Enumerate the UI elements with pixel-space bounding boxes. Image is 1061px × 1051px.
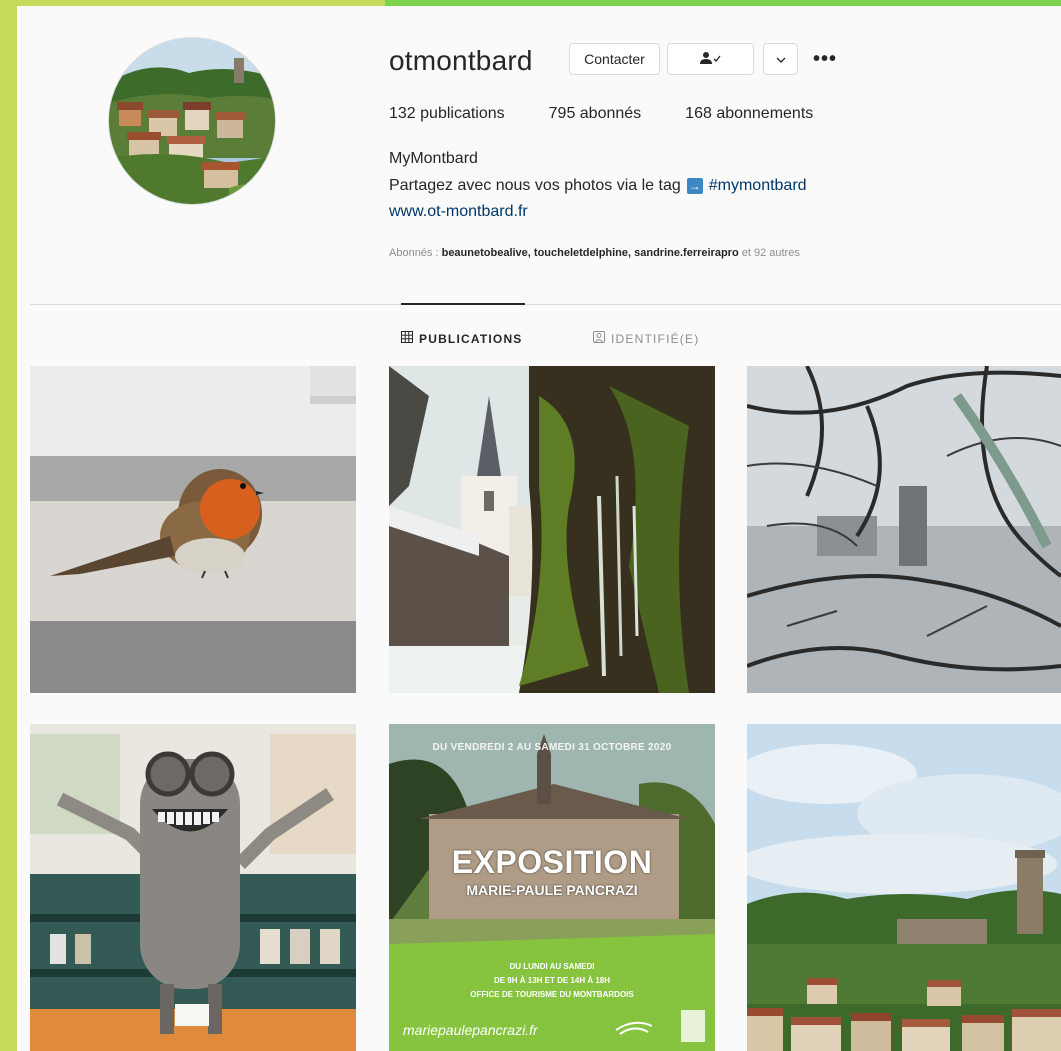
grid-icon xyxy=(401,331,413,346)
post-thumbnail-snowy-trees[interactable] xyxy=(747,366,1061,693)
poster-badge-icon xyxy=(681,1010,705,1042)
following-count[interactable]: 168 abonnements xyxy=(685,105,813,123)
followers-count[interactable]: 795 abonnés xyxy=(549,105,642,123)
poster-subtitle: MARIE-PAULE PANCRAZI xyxy=(466,882,638,898)
frame-top-border xyxy=(0,0,385,6)
poster-top-text: DU VENDREDI 2 AU SAMEDI 31 OCTOBRE 2020 xyxy=(432,742,672,753)
profile-bio: Partagez avec nous vos photos via le tag… xyxy=(389,177,807,195)
tab-publications[interactable]: PUBLICATIONS xyxy=(401,331,523,346)
poster-logo-icon xyxy=(614,1016,654,1038)
posts-count: 132 publications xyxy=(389,105,505,122)
post-thumbnail-church[interactable] xyxy=(389,366,715,693)
profile-website-link[interactable]: www.ot-montbard.fr xyxy=(389,203,528,221)
followed-by-names: beaunetobealive, toucheletdelphine, sand… xyxy=(441,247,739,259)
arrow-right-icon: → xyxy=(686,178,703,194)
poster-title: EXPOSITION xyxy=(451,844,653,880)
contact-button[interactable]: Contacter xyxy=(569,43,660,75)
bio-text: Partagez avec nous vos photos via le tag xyxy=(389,177,681,194)
person-check-icon xyxy=(699,51,722,68)
profile-full-name: MyMontbard xyxy=(389,150,478,167)
post-thumbnail-montbard-panorama[interactable] xyxy=(747,724,1061,1051)
post-thumbnail-exposition-poster[interactable]: DU VENDREDI 2 AU SAMEDI 31 OCTOBRE 2020 … xyxy=(389,724,715,1051)
frame-left-border xyxy=(0,0,17,1051)
profile-username: otmontbard xyxy=(389,45,533,76)
post-thumbnail-metal-minion[interactable] xyxy=(30,724,356,1051)
suggestions-dropdown-button[interactable] xyxy=(763,43,798,75)
tab-tagged-label: IDENTIFIÉ(E) xyxy=(611,331,700,346)
tagged-icon xyxy=(593,331,605,346)
poster-website: mariepaulepancrazi.fr xyxy=(403,1022,538,1038)
poster-line-2: DE 9H À 13H ET DE 14H À 18H xyxy=(493,976,611,985)
poster-line-3: OFFICE DE TOURISME DU MONTBARDOIS xyxy=(470,990,634,999)
profile-stats: 132 publications 795 abonnés 168 abonnem… xyxy=(389,105,857,123)
chevron-down-icon xyxy=(776,51,786,67)
active-tab-indicator xyxy=(401,303,525,305)
followed-by[interactable]: Abonnés : beaunetobealive, toucheletdelp… xyxy=(389,247,800,259)
post-thumbnail-robin[interactable] xyxy=(30,366,356,693)
tab-tagged[interactable]: IDENTIFIÉ(E) xyxy=(593,331,699,346)
following-button[interactable] xyxy=(667,43,754,75)
tabs-divider xyxy=(30,304,1061,305)
poster-line-1: DU LUNDI AU SAMEDI xyxy=(509,962,595,971)
bio-hashtag-link[interactable]: #mymontbard xyxy=(709,177,807,195)
tab-publications-label: PUBLICATIONS xyxy=(419,331,523,346)
frame-top-border-accent xyxy=(385,0,1061,6)
profile-avatar[interactable] xyxy=(108,37,276,205)
more-options-icon[interactable]: ••• xyxy=(813,48,837,71)
